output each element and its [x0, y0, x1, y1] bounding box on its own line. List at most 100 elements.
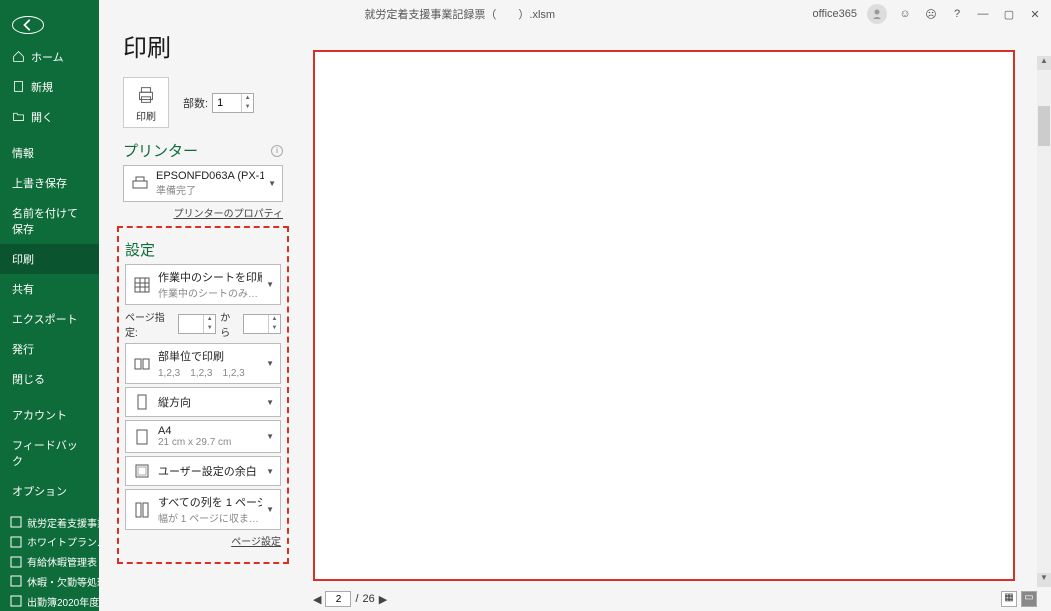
nav-save[interactable]: 上書き保存 — [0, 168, 99, 198]
nav-account[interactable]: アカウント — [0, 400, 99, 430]
nav-label: フィードバック — [12, 437, 87, 469]
main-area: 就労定着支援事業記録票（ ）.xlsm office365 ☺ ☹ ? — ▢ … — [99, 0, 1051, 611]
help-icon[interactable]: ? — [949, 6, 965, 22]
nav-saveas[interactable]: 名前を付けて保存 — [0, 198, 99, 244]
nav-home[interactable]: ホーム — [0, 42, 99, 72]
backstage-sidebar: ホーム 新規 開く 情報 上書き保存 名前を付けて保存 印刷 共有 エクスポート… — [0, 0, 99, 611]
prev-page-button[interactable]: ◀ — [313, 593, 321, 606]
current-page-input[interactable] — [325, 591, 351, 607]
printer-properties-link[interactable]: プリンターのプロパティ — [123, 205, 283, 220]
print-button[interactable]: 印刷 — [123, 77, 169, 128]
account-name[interactable]: office365 — [813, 8, 857, 20]
nav-new[interactable]: 新規 — [0, 72, 99, 102]
page-setup-link[interactable]: ページ設定 — [125, 533, 281, 548]
nav-label: 共有 — [12, 281, 34, 297]
spinner-down[interactable]: ▼ — [242, 103, 253, 112]
printer-status: 準備完了 — [156, 182, 264, 197]
next-page-button[interactable]: ▶ — [379, 593, 387, 606]
page-from-input[interactable] — [179, 315, 203, 333]
file-label: ホワイトプラン.xlsm — [27, 534, 99, 549]
face-sad-icon[interactable]: ☹ — [923, 6, 939, 22]
chevron-down-icon: ▼ — [266, 398, 274, 407]
copies-label: 部数: — [183, 95, 208, 111]
close-button[interactable]: ✕ — [1027, 6, 1043, 22]
nav-label: アカウント — [12, 407, 67, 423]
preview-canvas — [313, 50, 1015, 581]
total-pages: 26 — [363, 593, 375, 605]
recent-file[interactable]: ホワイトプラン.xlsm — [0, 532, 99, 552]
paper-size-dropdown[interactable]: A4 21 cm x 29.7 cm ▼ — [125, 420, 281, 453]
show-margins-button[interactable]: ▦ — [1001, 591, 1017, 607]
page-from-spinner[interactable]: ▲▼ — [178, 314, 216, 334]
scroll-thumb[interactable] — [1038, 106, 1050, 146]
nav-export[interactable]: エクスポート — [0, 304, 99, 334]
portrait-icon — [132, 392, 152, 412]
recent-file[interactable]: 出勤簿2020年度（… — [0, 591, 99, 611]
nav-label: エクスポート — [12, 311, 78, 327]
chevron-down-icon: ▼ — [266, 432, 274, 441]
page-range-row: ページ指定: ▲▼ から ▲▼ — [125, 309, 281, 339]
page-range-to: から — [220, 309, 239, 339]
vertical-scrollbar[interactable]: ▲ ▼ — [1037, 56, 1051, 587]
nav-label: 名前を付けて保存 — [12, 205, 87, 237]
back-button[interactable] — [12, 16, 44, 34]
scroll-down-button[interactable]: ▼ — [1037, 573, 1051, 587]
nav-info[interactable]: 情報 — [0, 138, 99, 168]
nav-label: 開く — [31, 109, 53, 125]
copies-input[interactable] — [213, 94, 241, 112]
page-icon — [132, 427, 152, 447]
restore-button[interactable]: ▢ — [1001, 6, 1017, 22]
chevron-down-icon: ▼ — [268, 179, 276, 188]
nav-open[interactable]: 開く — [0, 102, 99, 132]
recent-file[interactable]: 休暇・欠勤等処理簿… — [0, 571, 99, 591]
page-to-input[interactable] — [244, 315, 268, 333]
nav-label: 閉じる — [12, 371, 45, 387]
margins-icon — [132, 461, 152, 481]
nav-feedback[interactable]: フィードバック — [0, 430, 99, 476]
margins-dropdown[interactable]: ユーザー設定の余白 ▼ — [125, 456, 281, 486]
printer-dropdown[interactable]: EPSONFD063A (PX-1700F) 準備完了 ▼ — [123, 165, 283, 202]
nav-label: オプション — [12, 483, 67, 499]
print-what-dropdown[interactable]: 作業中のシートを印刷 作業中のシートのみを印刷します ▼ — [125, 264, 281, 305]
scroll-up-button[interactable]: ▲ — [1037, 56, 1051, 70]
settings-highlight-box: 設定 作業中のシートを印刷 作業中のシートのみを印刷します ▼ ページ指定: ▲… — [117, 226, 289, 564]
collate-dropdown[interactable]: 部単位で印刷 1,2,3 1,2,3 1,2,3 ▼ — [125, 343, 281, 384]
zoom-to-page-button[interactable]: ▭ — [1021, 591, 1037, 607]
avatar-icon[interactable] — [867, 4, 887, 24]
collate-icon — [132, 354, 152, 374]
spinner-up[interactable]: ▲ — [242, 94, 253, 103]
orientation-dropdown[interactable]: 縦方向 ▼ — [125, 387, 281, 417]
recent-file[interactable]: 就労定着支援事業記… — [0, 512, 99, 532]
recent-file[interactable]: 有給休暇管理表（中… — [0, 552, 99, 572]
chevron-down-icon: ▼ — [266, 467, 274, 476]
titlebar: 就労定着支援事業記録票（ ）.xlsm office365 ☺ ☹ ? — ▢ … — [99, 0, 1051, 28]
nav-options[interactable]: オプション — [0, 476, 99, 506]
nav-label: 発行 — [12, 341, 34, 357]
page-separator: / — [355, 593, 358, 605]
file-label: 休暇・欠勤等処理簿… — [27, 574, 99, 589]
page-to-spinner[interactable]: ▲▼ — [243, 314, 281, 334]
printer-section-title: プリンター i — [123, 140, 283, 161]
face-smile-icon[interactable]: ☺ — [897, 6, 913, 22]
copies-spinner[interactable]: ▲▼ — [212, 93, 254, 113]
nav-share[interactable]: 共有 — [0, 274, 99, 304]
page-title: 印刷 — [123, 28, 283, 63]
window-title: 就労定着支援事業記録票（ ）.xlsm — [107, 6, 813, 22]
nav-label: 新規 — [31, 79, 53, 95]
nav-print[interactable]: 印刷 — [0, 244, 99, 274]
nav-label: 印刷 — [12, 251, 34, 267]
preview-footer: ◀ / 26 ▶ ▦ ▭ — [299, 587, 1051, 611]
info-icon[interactable]: i — [271, 145, 283, 157]
page-range-label: ページ指定: — [125, 309, 174, 339]
settings-section-title: 設定 — [125, 239, 281, 260]
scaling-icon — [132, 500, 152, 520]
minimize-button[interactable]: — — [975, 6, 991, 22]
scaling-dropdown[interactable]: すべての列を 1 ページに印刷 幅が 1 ページに収まるように印刷 … ▼ — [125, 489, 281, 530]
nav-publish[interactable]: 発行 — [0, 334, 99, 364]
print-button-label: 印刷 — [136, 108, 156, 123]
print-preview-area: ▲ ▼ ◀ / 26 ▶ ▦ ▭ — [299, 28, 1051, 611]
nav-close[interactable]: 閉じる — [0, 364, 99, 394]
file-label: 出勤簿2020年度（… — [27, 594, 99, 609]
sheet-icon — [132, 275, 152, 295]
file-label: 有給休暇管理表（中… — [27, 554, 99, 569]
